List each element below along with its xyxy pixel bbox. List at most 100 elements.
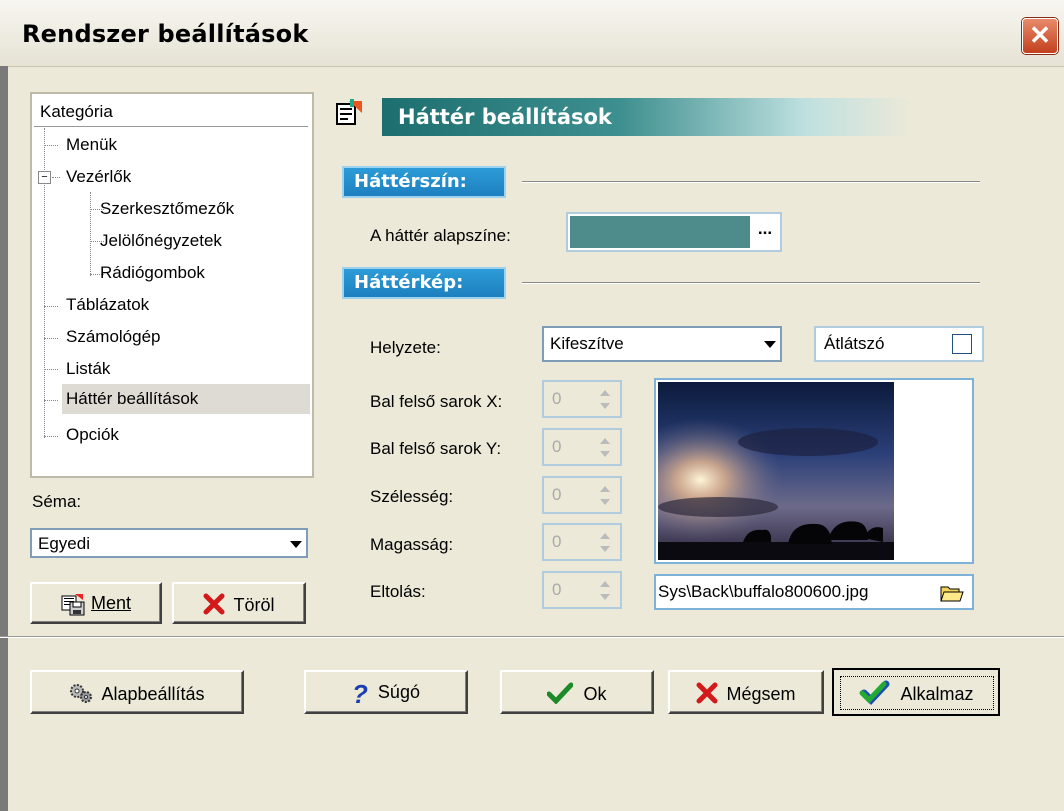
tree-item-vezerlok[interactable]: Vezérlők	[66, 162, 131, 192]
spin-down-icon[interactable]	[600, 546, 610, 552]
tree-line	[90, 192, 91, 276]
tree-item-label: Jelölőnégyzetek	[100, 231, 222, 250]
height-label: Magasság:	[370, 535, 454, 554]
close-icon[interactable]: ✕	[1029, 20, 1051, 50]
tree-line	[44, 338, 58, 339]
spin-up-icon[interactable]	[600, 390, 610, 396]
close-button[interactable]: ✕	[1022, 18, 1058, 54]
spin-down-icon[interactable]	[600, 499, 610, 505]
tree-item-listak[interactable]: Listák	[66, 354, 110, 384]
spin-up-icon[interactable]	[600, 486, 610, 492]
cancel-button-text: Mégsem	[726, 683, 796, 704]
top-left-x-spinner[interactable]: 0	[542, 380, 622, 418]
tree-item-label: Táblázatok	[66, 295, 150, 314]
tree-item-label: Menük	[66, 135, 118, 154]
schema-label: Séma:	[32, 492, 82, 511]
height-value: 0	[552, 532, 562, 551]
image-file-path[interactable]: Sys\Back\buffalo800600.jpg	[658, 582, 868, 602]
base-color-label: A háttér alapszíne:	[370, 226, 511, 245]
delete-icon	[203, 593, 225, 620]
save-button-text: Ment	[90, 593, 132, 613]
settings-page-icon	[334, 99, 364, 132]
delete-button-text: Töröl	[233, 594, 275, 615]
ok-button[interactable]: Ok	[500, 670, 654, 714]
help-button[interactable]: ? Súgó	[304, 670, 468, 714]
page-title-bar: Háttér beállítások	[382, 98, 912, 136]
question-mark-icon: ?	[352, 678, 368, 709]
tree-line	[44, 369, 58, 370]
tree-item-tablazatok[interactable]: Táblázatok	[66, 290, 149, 320]
tree-header[interactable]: Kategória	[34, 96, 308, 127]
section-divider	[522, 282, 980, 284]
delete-button[interactable]: Töröl	[172, 582, 306, 624]
tree-item-menuk[interactable]: Menük	[66, 130, 117, 160]
tree-item-label: Számológép	[66, 327, 161, 346]
page-title: Háttér beállítások	[398, 105, 612, 129]
save-button[interactable]: Ment	[30, 582, 162, 624]
schema-select[interactable]: Egyedi	[30, 528, 308, 558]
category-tree[interactable]: Kategória Menük − Vezérlők Szerkesztőmez…	[30, 92, 314, 478]
tree-line	[44, 306, 58, 307]
tree-item-radiogombok[interactable]: Rádiógombok	[100, 258, 205, 288]
width-value: 0	[552, 485, 562, 504]
tree-item-label: Háttér beállítások	[66, 389, 199, 408]
transparent-label: Átlátszó	[824, 334, 885, 353]
tree-line	[44, 436, 58, 437]
tree-item-opciok[interactable]: Opciók	[66, 420, 119, 450]
background-image-section-header: Háttérkép:	[342, 267, 506, 299]
image-file-field[interactable]: Sys\Back\buffalo800600.jpg	[654, 574, 974, 610]
offset-spinner[interactable]: 0	[542, 571, 622, 609]
browse-color-button[interactable]: ...	[752, 216, 778, 248]
top-left-x-label: Bal felső sarok X:	[370, 392, 503, 411]
tree-item-szamologep[interactable]: Számológép	[66, 322, 161, 352]
dropdown-arrow-icon[interactable]	[764, 341, 776, 348]
default-settings-button[interactable]: Alapbeállítás	[30, 670, 244, 714]
bottom-divider	[0, 636, 1064, 638]
save-button-label: Ment	[91, 593, 131, 613]
tree-line	[44, 400, 58, 401]
background-color-section-header: Háttérszín:	[342, 166, 506, 198]
tree-line	[52, 177, 60, 178]
transparent-checkbox[interactable]	[952, 334, 972, 354]
height-spinner[interactable]: 0	[542, 523, 622, 561]
width-label: Szélesség:	[370, 487, 454, 506]
position-value: Kifeszítve	[550, 334, 624, 353]
base-color-swatch[interactable]	[570, 216, 750, 248]
more-icon: ...	[757, 219, 773, 238]
top-left-y-value: 0	[552, 437, 562, 456]
offset-value: 0	[552, 580, 562, 599]
cancel-x-icon	[696, 682, 718, 709]
width-spinner[interactable]: 0	[542, 476, 622, 514]
spin-down-icon[interactable]	[600, 451, 610, 457]
transparent-checkbox-group[interactable]: Átlátszó	[814, 326, 984, 362]
spin-up-icon[interactable]	[600, 581, 610, 587]
buffalo-preview-image	[658, 382, 894, 560]
top-left-x-value: 0	[552, 389, 562, 408]
position-select[interactable]: Kifeszítve	[542, 326, 782, 362]
tree-item-jelolonegyzetek[interactable]: Jelölőnégyzetek	[100, 226, 222, 256]
spin-down-icon[interactable]	[600, 594, 610, 600]
collapse-icon[interactable]: −	[38, 171, 51, 184]
spin-down-icon[interactable]	[600, 403, 610, 409]
spin-up-icon[interactable]	[600, 533, 610, 539]
tree-item-szerkesztomezok[interactable]: Szerkesztőmezők	[100, 194, 234, 224]
default-settings-button-text: Alapbeállítás	[101, 683, 205, 704]
tree-item-label: Rádiógombok	[100, 263, 205, 282]
tree-item-label: Vezérlők	[66, 167, 132, 186]
top-left-y-label: Bal felső sarok Y:	[370, 439, 502, 458]
base-color-picker[interactable]: ...	[566, 212, 782, 252]
collapse-glyph: −	[41, 171, 48, 183]
spin-up-icon[interactable]	[600, 438, 610, 444]
cancel-button[interactable]: Mégsem	[668, 670, 824, 714]
tree-item-label: Opciók	[66, 425, 119, 444]
image-preview	[654, 378, 974, 564]
dropdown-arrow-icon[interactable]	[290, 541, 302, 548]
tree-header-label: Kategória	[40, 102, 113, 121]
folder-open-icon[interactable]	[940, 584, 964, 607]
tree-item-hatter-beallitasok[interactable]: Háttér beállítások	[62, 384, 310, 414]
section-divider	[522, 181, 980, 183]
apply-button[interactable]: Alkalmaz	[832, 668, 1000, 716]
tree-item-label: Listák	[66, 359, 111, 378]
top-left-y-spinner[interactable]: 0	[542, 428, 622, 466]
help-button-text: Súgó	[377, 682, 420, 702]
